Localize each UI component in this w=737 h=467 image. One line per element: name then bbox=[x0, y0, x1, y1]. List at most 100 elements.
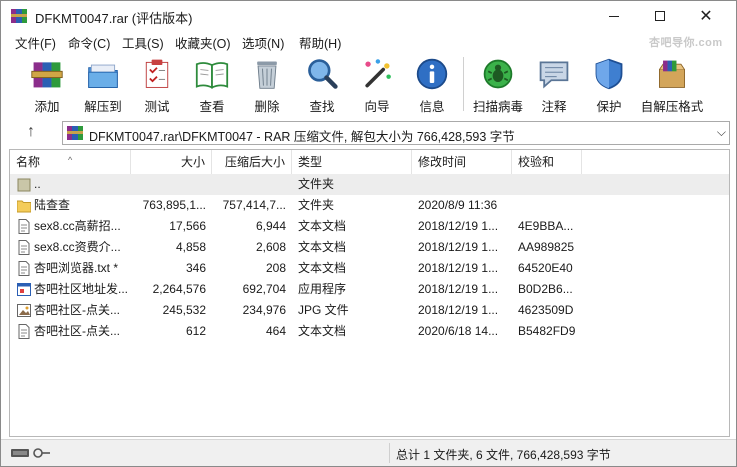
column-size[interactable]: 大小 bbox=[131, 150, 212, 174]
add-button[interactable]: 添加 bbox=[27, 53, 67, 115]
up-arrow-icon[interactable]: ↑ bbox=[21, 123, 41, 143]
cell-modified: 2018/12/19 1... bbox=[418, 303, 499, 317]
cell-name: 陆查查 bbox=[34, 198, 71, 212]
extract-to-button[interactable]: 解压到 bbox=[81, 53, 125, 115]
parent-folder-icon bbox=[17, 178, 31, 192]
minimize-icon bbox=[609, 15, 619, 17]
cell-modified: 2018/12/19 1... bbox=[418, 282, 499, 296]
toolbar-separator bbox=[463, 57, 464, 111]
cell-type: 应用程序 bbox=[298, 282, 347, 296]
column-name-label: 名称 bbox=[16, 155, 41, 169]
address-row: ↑ DFKMT0047.rar\DFKMT0047 - RAR 压缩文件, 解包… bbox=[1, 119, 736, 147]
delete-button[interactable]: 删除 bbox=[249, 53, 285, 115]
cell-crc: B0D2B6... bbox=[518, 282, 573, 296]
toolbar: 添加 解压到 测试 查看 删除 查找 向导 信息 扫描病毒 注释 保护 自解压格… bbox=[1, 51, 736, 117]
file-list: 名称 ^ 大小 压缩后大小 类型 修改时间 校验和 .. 文件夹 陆查查 763,89… bbox=[9, 149, 730, 437]
virus-scan-button[interactable]: 扫描病毒 bbox=[471, 53, 525, 115]
column-packed[interactable]: 压缩后大小 bbox=[212, 150, 292, 174]
menu-options[interactable]: 选项(N) bbox=[242, 33, 284, 52]
cell-size: 612 bbox=[185, 324, 206, 338]
cell-size: 2,264,576 bbox=[152, 282, 206, 296]
table-row[interactable]: 杏吧社区-点关... 612 464 文本文档 2020/6/18 14... B5482… bbox=[10, 321, 729, 342]
menu-commands[interactable]: 命令(C) bbox=[68, 33, 110, 52]
column-name[interactable]: 名称 ^ bbox=[10, 150, 131, 174]
cell-crc bbox=[518, 195, 580, 216]
shield-icon bbox=[595, 58, 623, 90]
menu-tools[interactable]: 工具(S) bbox=[122, 33, 164, 52]
menu-help[interactable]: 帮助(H) bbox=[299, 33, 341, 52]
chevron-down-icon[interactable]: ⌵ bbox=[717, 125, 726, 140]
cell-modified: 2018/12/19 1... bbox=[418, 240, 499, 254]
protect-button[interactable]: 保护 bbox=[591, 53, 627, 115]
find-button[interactable]: 查找 bbox=[303, 53, 341, 115]
cell-type: 文本文档 bbox=[298, 240, 347, 254]
maximize-icon bbox=[655, 11, 665, 21]
column-type[interactable]: 类型 bbox=[292, 150, 412, 174]
cell-packed: 234,976 bbox=[242, 303, 286, 317]
extract-to-icon bbox=[88, 64, 118, 88]
wizard-button[interactable]: 向导 bbox=[357, 53, 397, 115]
cell-name: sex8.cc高薪招... bbox=[34, 219, 121, 233]
cell-crc: B5482FD9 bbox=[518, 324, 576, 338]
delete-label: 删除 bbox=[254, 100, 280, 114]
test-icon bbox=[145, 59, 169, 88]
cell-size: 245,532 bbox=[162, 303, 206, 317]
info-icon bbox=[416, 58, 448, 90]
test-button[interactable]: 测试 bbox=[141, 53, 173, 115]
table-row[interactable]: 杏吧浏览器.txt * 346 208 文本文档 2018/12/19 1... 6452… bbox=[10, 258, 729, 279]
image-file-icon bbox=[17, 304, 31, 317]
drive-key-icon[interactable] bbox=[11, 447, 51, 459]
wizard-wand-icon bbox=[365, 59, 391, 88]
table-row[interactable]: .. 文件夹 bbox=[10, 174, 729, 195]
sfx-button[interactable]: 自解压格式 bbox=[639, 53, 705, 115]
cell-crc bbox=[518, 174, 580, 195]
cell-name: 杏吧社区-点关... bbox=[34, 324, 120, 338]
cell-crc: AA989825 bbox=[518, 240, 575, 254]
minimize-button[interactable] bbox=[591, 1, 637, 31]
menu-favorites[interactable]: 收藏夹(O) bbox=[175, 33, 231, 52]
application-icon bbox=[17, 283, 31, 296]
cell-size: 346 bbox=[185, 261, 206, 275]
table-row[interactable]: 陆查查 763,895,1... 757,414,7... 文件夹 2020/8/9 1… bbox=[10, 195, 729, 216]
cell-type: JPG 文件 bbox=[298, 303, 349, 317]
add-archive-icon bbox=[31, 62, 63, 88]
comment-button[interactable]: 注释 bbox=[536, 53, 572, 115]
cell-name: sex8.cc资费介... bbox=[34, 240, 121, 254]
table-row[interactable]: 杏吧社区地址发... 2,264,576 692,704 应用程序 2018/12/19… bbox=[10, 279, 729, 300]
table-row[interactable]: sex8.cc资费介... 4,858 2,608 文本文档 2018/12/19 1.… bbox=[10, 237, 729, 258]
close-button[interactable]: ✕ bbox=[683, 1, 729, 31]
cell-type: 文本文档 bbox=[298, 219, 347, 233]
trash-icon bbox=[257, 61, 277, 89]
cell-modified: 2020/6/18 14... bbox=[418, 324, 499, 338]
test-label: 测试 bbox=[144, 100, 170, 114]
cell-modified: 2020/8/9 11:36 bbox=[418, 198, 498, 212]
cell-modified: 2018/12/19 1... bbox=[418, 219, 499, 233]
virus-scan-icon bbox=[483, 59, 513, 89]
title-bar: DFKMT0047.rar (评估版本) ✕ bbox=[1, 1, 736, 31]
column-crc[interactable]: 校验和 bbox=[512, 150, 582, 174]
text-file-icon bbox=[18, 324, 30, 339]
extract-to-label: 解压到 bbox=[84, 100, 122, 114]
cell-type: 文件夹 bbox=[298, 198, 335, 212]
table-row[interactable]: sex8.cc高薪招... 17,566 6,944 文本文档 2018/12/19 1… bbox=[10, 216, 729, 237]
address-bar[interactable]: DFKMT0047.rar\DFKMT0047 - RAR 压缩文件, 解包大小… bbox=[62, 121, 730, 145]
status-bar: 总计 1 文件夹, 6 文件, 766,428,593 字节 bbox=[1, 439, 736, 466]
window-title: DFKMT0047.rar (评估版本) bbox=[35, 11, 193, 26]
view-button[interactable]: 查看 bbox=[191, 53, 233, 115]
status-separator bbox=[389, 443, 390, 463]
menu-file[interactable]: 文件(F) bbox=[15, 33, 56, 52]
text-file-icon bbox=[18, 219, 30, 234]
maximize-button[interactable] bbox=[637, 1, 683, 31]
winrar-window: DFKMT0047.rar (评估版本) ✕ 文件(F) 命令(C) 工具(S)… bbox=[0, 0, 737, 467]
virus-scan-label: 扫描病毒 bbox=[472, 100, 523, 114]
sfx-box-icon bbox=[659, 60, 685, 88]
comment-icon bbox=[539, 61, 569, 89]
cell-packed: 692,704 bbox=[242, 282, 286, 296]
info-button[interactable]: 信息 bbox=[412, 53, 452, 115]
cell-modified bbox=[418, 174, 510, 195]
column-modified[interactable]: 修改时间 bbox=[412, 150, 512, 174]
protect-label: 保护 bbox=[596, 100, 622, 114]
watermark-text: 杏吧导你.com bbox=[649, 37, 723, 49]
list-header: 名称 ^ 大小 压缩后大小 类型 修改时间 校验和 bbox=[10, 150, 729, 174]
table-row[interactable]: 杏吧社区-点关... 245,532 234,976 JPG 文件 2018/12/19… bbox=[10, 300, 729, 321]
